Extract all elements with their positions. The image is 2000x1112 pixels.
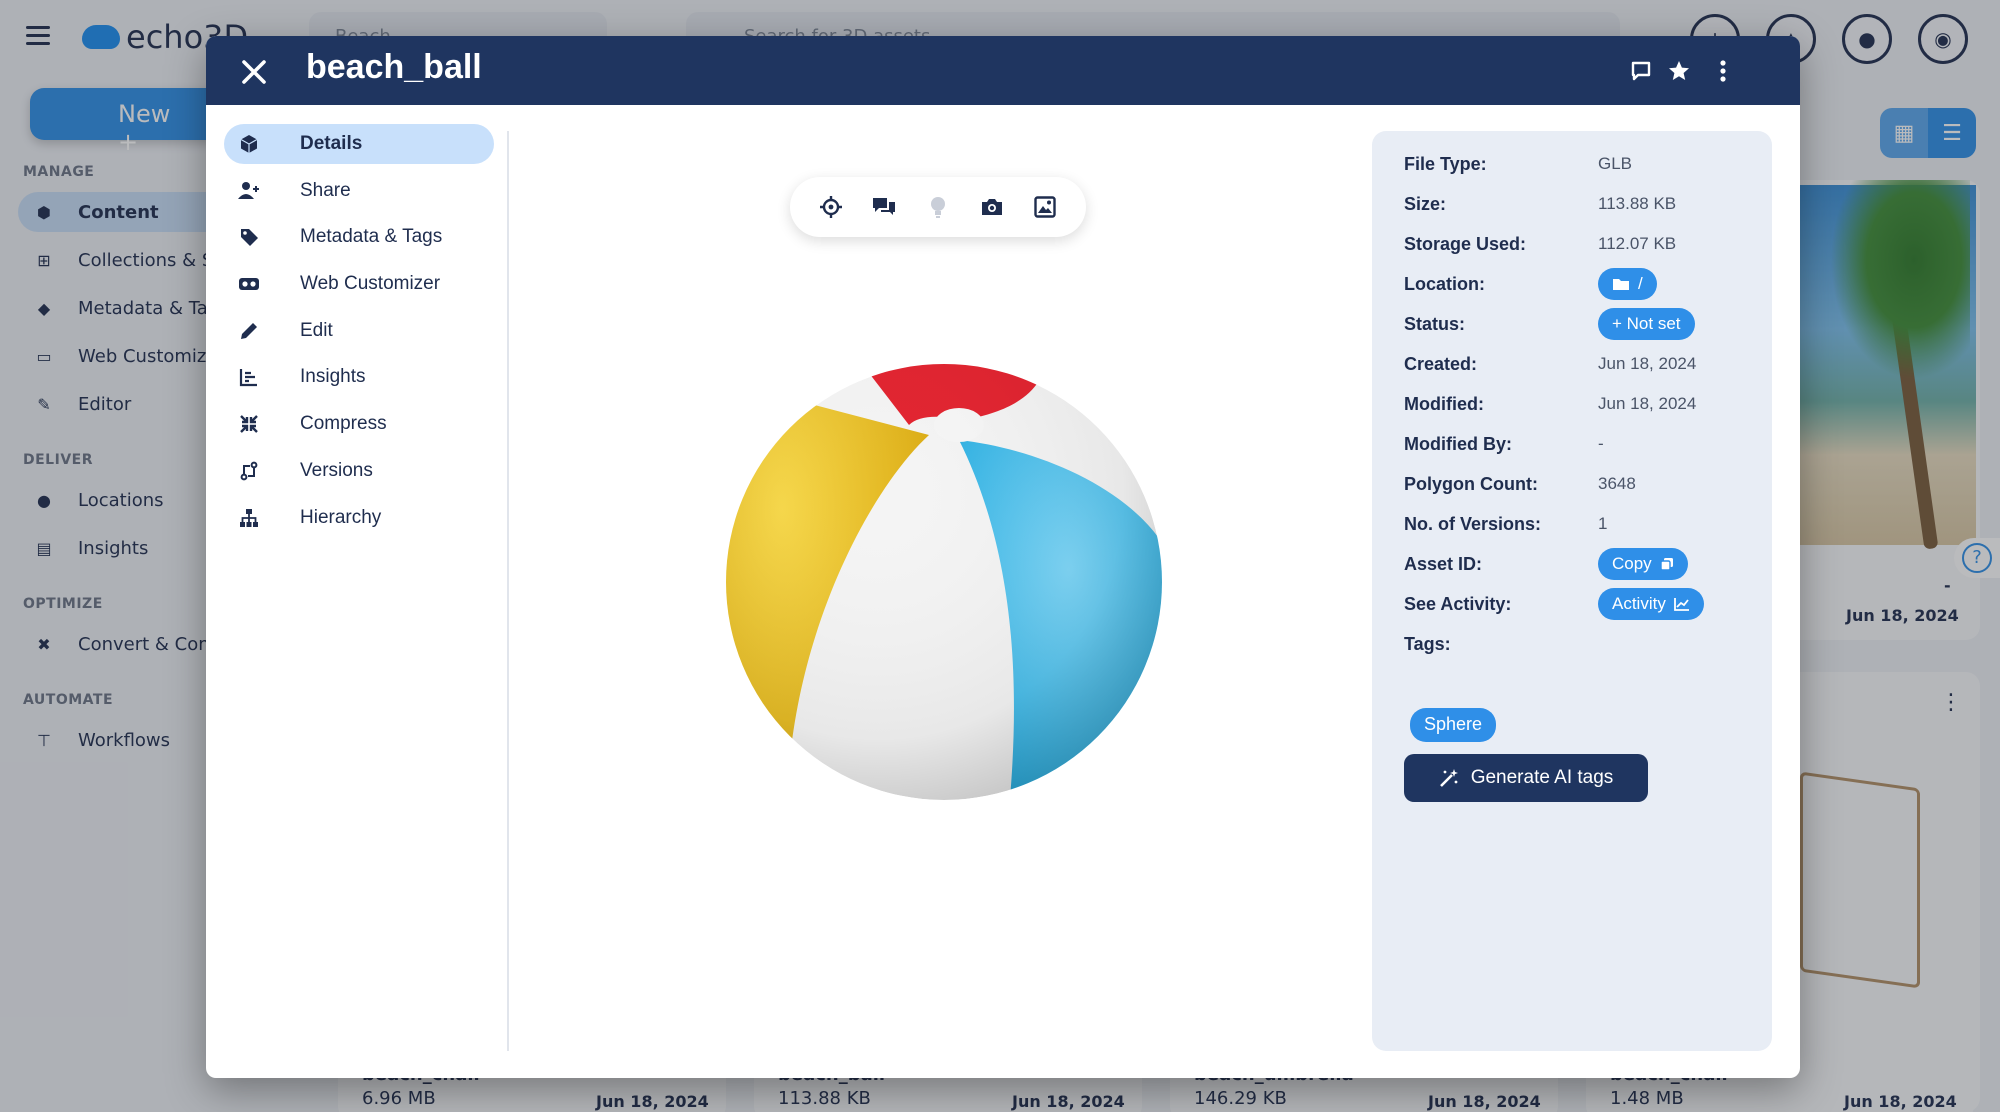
created-value: Jun 18, 2024 [1598,354,1697,373]
tab-versions[interactable]: Versions [224,451,494,491]
tab-share[interactable]: Share [224,171,494,211]
tab-label: Hierarchy [300,506,382,528]
file-type-value: GLB [1598,154,1633,173]
tab-hierarchy[interactable]: Hierarchy [224,498,494,538]
add-user-icon [238,180,260,202]
cube-icon [238,133,260,155]
tab-label: Insights [300,366,366,388]
copy-icon [1659,558,1673,571]
tab-web-customizer[interactable]: Web Customizer [224,264,494,304]
comments-icon[interactable] [866,189,902,225]
tab-label: Compress [300,413,387,435]
modal-header: beach_ball [206,36,1800,105]
recenter-icon[interactable] [813,189,849,225]
star-icon[interactable] [1664,56,1694,86]
modified-value: Jun 18, 2024 [1598,394,1697,413]
more-options-icon[interactable] [1708,56,1738,86]
tab-metadata-tags[interactable]: Metadata & Tags [224,217,494,257]
status-button[interactable]: + Not set [1598,308,1695,340]
camera-icon[interactable] [974,189,1010,225]
tab-label: Metadata & Tags [300,226,443,248]
versions-icon [238,460,260,482]
asset-title: beach_ball [306,48,482,86]
tag-icon [238,226,260,248]
polygon-count-value: 3648 [1598,474,1636,493]
tab-label: Web Customizer [300,273,441,295]
line-chart-icon [1673,598,1689,611]
bar-chart-icon [238,366,260,388]
location-button[interactable]: / [1598,268,1657,300]
close-icon[interactable] [234,52,274,92]
tag-chip[interactable]: Sphere [1410,708,1497,742]
comment-icon[interactable] [1626,56,1656,86]
storage-value: 112.07 KB [1598,234,1677,253]
tab-insights[interactable]: Insights [224,357,494,397]
modified-by-value: - [1598,434,1604,453]
hierarchy-icon [238,507,260,529]
tab-label: Versions [300,459,373,481]
activity-button[interactable]: Activity [1598,588,1704,620]
tab-label: Edit [300,319,333,341]
vr-goggles-icon [238,273,260,295]
nav-divider [507,131,509,1051]
asset-nav: Details Share Metadata & Tags Web Custom… [224,124,494,544]
viewer-toolbar [790,177,1086,237]
tab-label: Share [300,179,351,201]
lightbulb-icon[interactable] [920,189,956,225]
image-icon[interactable] [1027,189,1063,225]
copy-asset-id-button[interactable]: Copy [1598,548,1688,580]
pencil-icon [238,320,260,342]
model-viewer[interactable] [510,105,1370,1065]
beach-ball-model[interactable] [719,360,1169,800]
size-value: 113.88 KB [1598,194,1677,213]
folder-icon [1613,279,1629,290]
versions-value: 1 [1598,514,1608,533]
tab-compress[interactable]: Compress [224,404,494,444]
tab-details[interactable]: Details [224,124,494,164]
compress-icon [238,413,260,435]
tab-label: Details [300,133,363,154]
generate-ai-tags-button[interactable]: Generate AI tags [1404,754,1648,802]
asset-detail-modal: beach_ball Details Share Metadata & Tags… [206,36,1800,1078]
magic-wand-icon [1439,769,1458,787]
tab-edit[interactable]: Edit [224,311,494,351]
details-panel: File Type: GLB Size: 113.88 KB Storage U… [1372,131,1772,1051]
